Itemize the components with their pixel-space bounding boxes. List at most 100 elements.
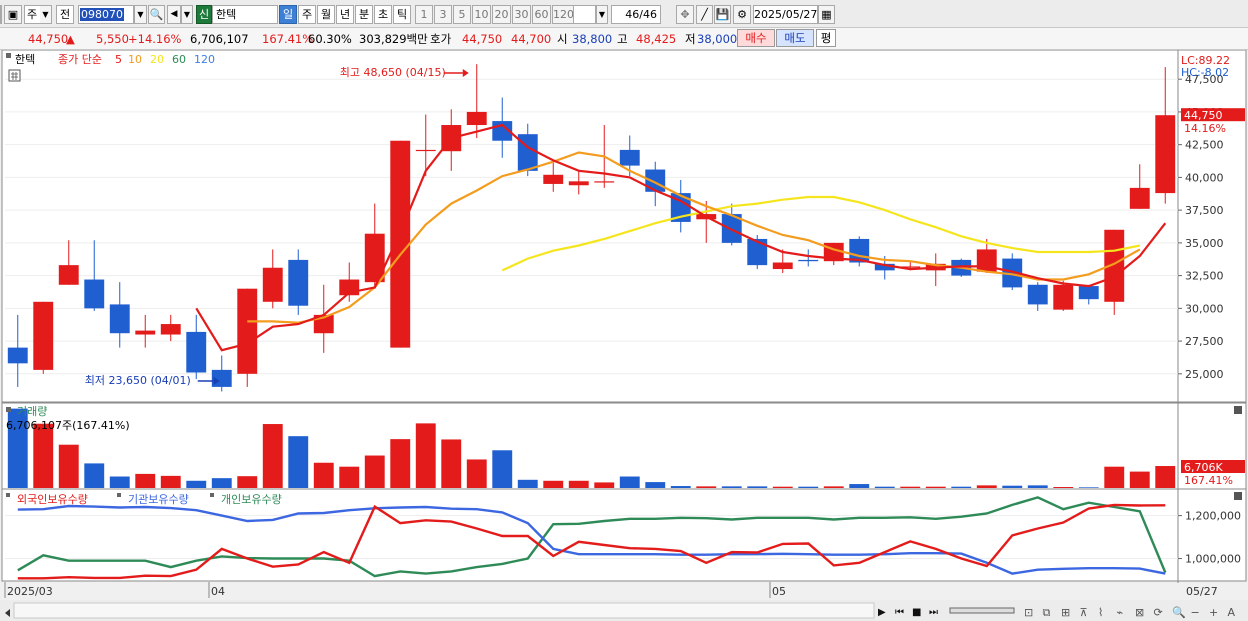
candle-body	[517, 134, 538, 171]
candle-body	[645, 169, 666, 192]
volume-bar	[568, 480, 589, 488]
speaker-dropdown-icon[interactable]: ▼	[181, 5, 193, 24]
minute-option-button[interactable]: 10	[472, 5, 491, 24]
volume-info: 6,706,107주(167.41%)	[6, 419, 130, 432]
x-axis-label: 04	[211, 585, 225, 598]
prev-button[interactable]: 전	[56, 5, 74, 24]
holdings-series-label: 개인보유수량	[221, 493, 282, 506]
volume-bar	[721, 486, 742, 488]
sync-icon: ⟳	[1154, 606, 1163, 619]
interval-button[interactable]: 분	[355, 5, 373, 24]
blank-select[interactable]	[571, 5, 596, 24]
volume-bar	[339, 466, 360, 488]
stock-chart[interactable]: 47,50045,00042,50040,00037,50035,00032,5…	[0, 50, 1248, 621]
volume-bar	[619, 476, 640, 488]
settings-gear-icon[interactable]: ⚙	[733, 5, 751, 24]
current-price-tag-text: 44,750	[1184, 109, 1223, 122]
volume-bar	[441, 439, 462, 488]
calendar-icon[interactable]: ▦	[818, 5, 835, 24]
candle-body	[1027, 284, 1048, 305]
minute-option-button[interactable]: 3	[434, 5, 452, 24]
fibo-icon: ⌇	[1098, 606, 1103, 619]
minute-option-button[interactable]: 1	[415, 5, 433, 24]
volume-bar	[415, 423, 436, 488]
multi-chart-icon: ⊞	[1061, 606, 1070, 619]
candle-body	[594, 181, 615, 183]
candle-body	[568, 181, 589, 186]
sell-button[interactable]: 매도	[776, 29, 814, 47]
stock-code-input[interactable]: 098070	[78, 5, 134, 24]
save-icon[interactable]: 💾	[714, 5, 731, 24]
price-tick-label: 40,000	[1185, 171, 1224, 184]
ma-period-label: 10	[128, 53, 142, 66]
holdings-tick-label: 1,200,000	[1185, 510, 1241, 523]
volume-bar	[1078, 487, 1099, 488]
speaker-icon[interactable]: ◀	[167, 5, 181, 24]
current-price: 44,750	[28, 32, 69, 46]
candle-body	[772, 262, 793, 270]
stock-code-value: 098070	[80, 8, 124, 21]
interval-button[interactable]: 월	[317, 5, 335, 24]
close-panel-icon	[1234, 492, 1242, 500]
volume-bar	[109, 476, 130, 488]
volume-bar	[1104, 466, 1125, 488]
volume-bar	[237, 476, 258, 488]
stock-name: 한텍	[216, 8, 237, 21]
change-percent: +14.16%	[128, 32, 182, 46]
turnover-ratio: 60.30%	[308, 32, 352, 46]
candle-body	[798, 259, 819, 262]
save-image-icon: ⊠	[1135, 606, 1144, 619]
x-axis-label: 2025/03	[7, 585, 53, 598]
max-annotation: 최고 48,650 (04/15)	[340, 66, 446, 79]
cross-cursor-icon[interactable]: ✥	[676, 5, 694, 24]
series-menu-icon	[117, 493, 121, 497]
interval-button[interactable]: 틱	[393, 5, 411, 24]
new-listing-badge: 신	[196, 5, 212, 24]
price-tick-label: 30,000	[1185, 302, 1224, 315]
blank-select-dropdown-icon[interactable]: ▼	[596, 5, 608, 24]
page-count-field: 46/46	[611, 5, 661, 24]
high-price: 48,425	[636, 32, 677, 46]
volume-bar	[772, 486, 793, 488]
minute-option-button[interactable]: 20	[492, 5, 511, 24]
zoom-out-icon: −	[1191, 606, 1200, 619]
volume-ratio: 167.41%	[262, 32, 314, 46]
series-menu-icon	[6, 493, 10, 497]
search-icon[interactable]: 🔍	[148, 5, 165, 24]
quote-bar: 44,750 ▲ 5,550 +14.16% 6,706,107 167.41%…	[0, 28, 1248, 50]
trend-icon: ⌁	[1117, 606, 1124, 619]
candle-body	[466, 111, 487, 126]
grid-toggle-icon	[8, 69, 21, 82]
minute-option-button[interactable]: 30	[512, 5, 531, 24]
date-field[interactable]: 2025/05/27	[753, 5, 818, 24]
low-price: 38,000	[697, 32, 738, 46]
open-price: 38,800	[572, 32, 613, 46]
interval-button[interactable]: 초	[374, 5, 392, 24]
holdings-series-label: 외국인보유수량	[17, 493, 88, 506]
volume-bar	[900, 486, 921, 488]
code-dropdown-icon[interactable]: ▼	[134, 5, 147, 24]
x-axis-last-label: 05/27	[1186, 585, 1218, 598]
draw-tool-icon[interactable]: ╱	[696, 5, 713, 24]
interval-button[interactable]: 년	[336, 5, 354, 24]
last-page-icon: ⏭	[929, 607, 938, 618]
interval-button[interactable]: 일	[279, 5, 297, 24]
buy-button[interactable]: 매수	[737, 29, 775, 47]
stock-name-field[interactable]: 한텍	[212, 5, 278, 24]
close-panel-icon	[1234, 406, 1242, 414]
minute-option-button[interactable]: 60	[532, 5, 551, 24]
minute-option-button[interactable]: 120	[552, 5, 574, 24]
eval-button[interactable]: 평	[816, 29, 836, 47]
volume-bar	[645, 482, 666, 488]
volume-bar	[823, 486, 844, 488]
layout-icon[interactable]: ▣	[4, 5, 22, 24]
period-dropdown-icon[interactable]: ▼	[40, 5, 52, 24]
minute-option-button[interactable]: 5	[453, 5, 471, 24]
interval-button[interactable]: 주	[298, 5, 316, 24]
candle-body	[1078, 286, 1099, 300]
candle-body	[543, 174, 564, 184]
volume-bar	[976, 485, 997, 488]
volume-bar	[1002, 485, 1023, 488]
price-tick-label: 27,500	[1185, 335, 1224, 348]
volume-bar	[135, 473, 156, 488]
